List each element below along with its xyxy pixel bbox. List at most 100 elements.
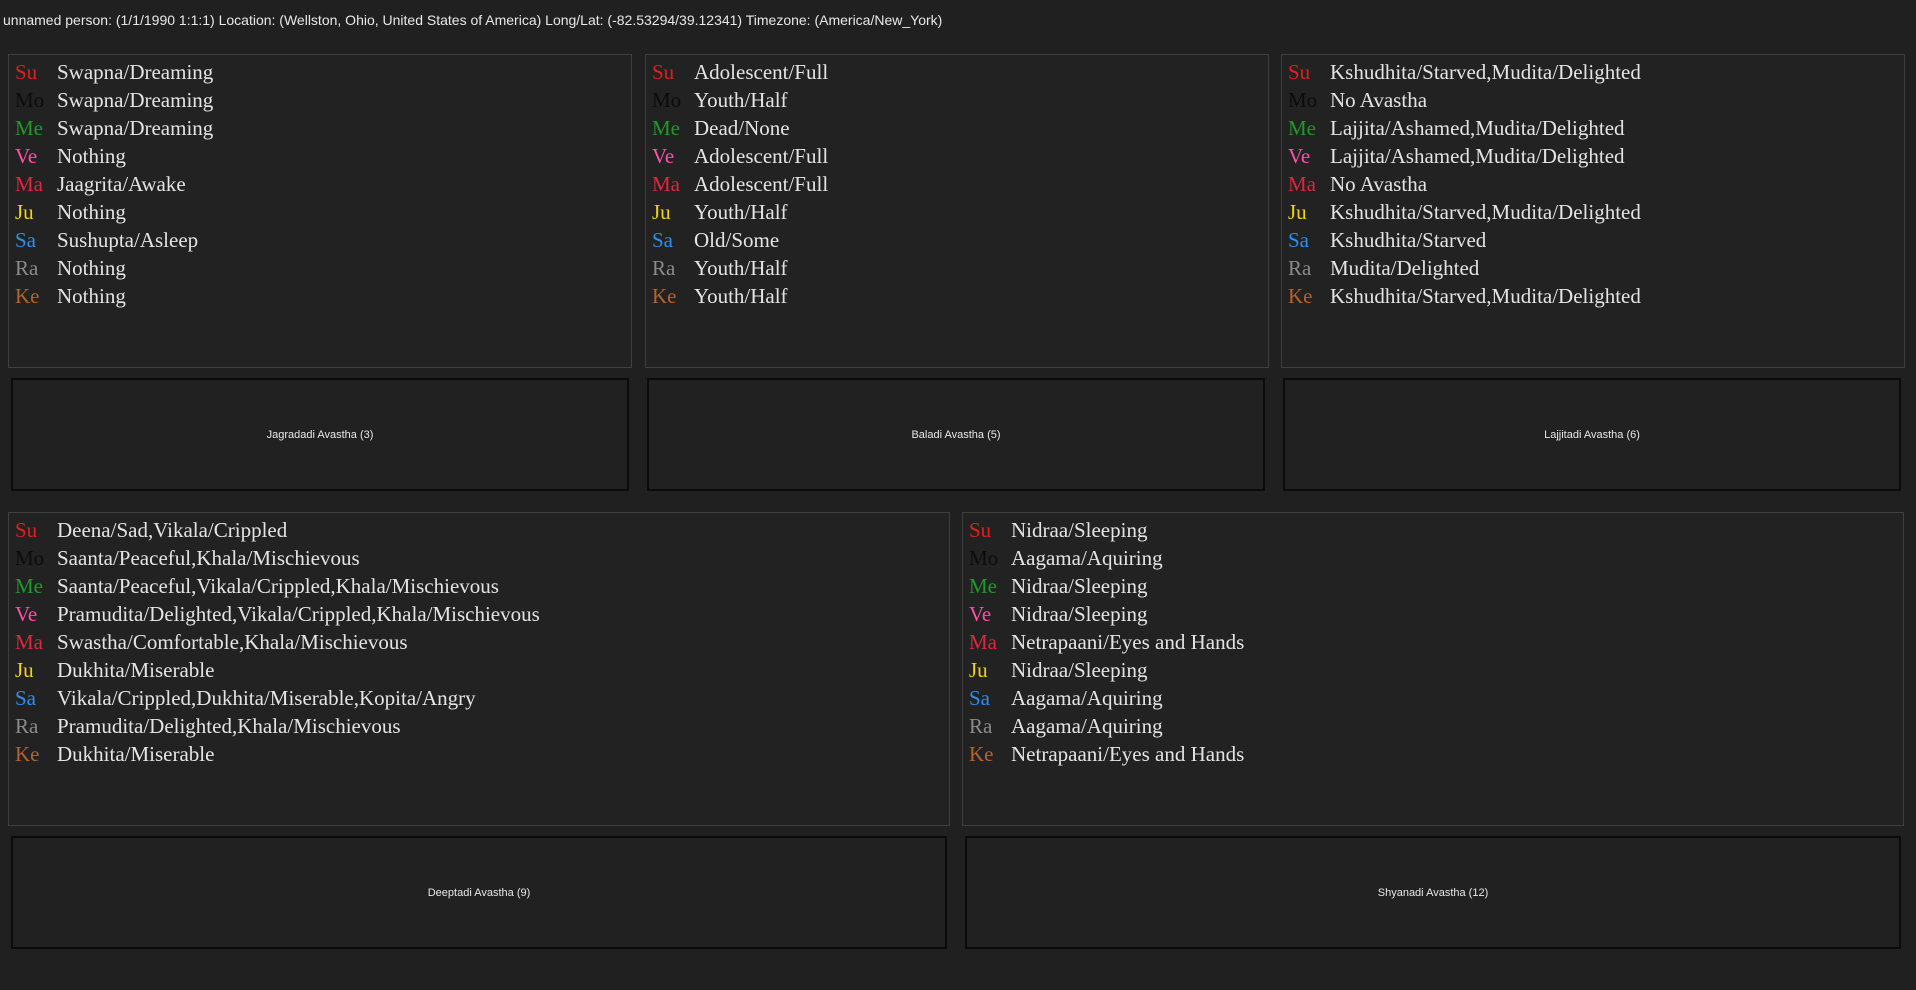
baladi-avastha-panel: Su Adolescent/Full Mo Youth/Half Me Dead/None… bbox=[645, 54, 1269, 368]
planet-abbreviation: Ju bbox=[1288, 200, 1307, 224]
lajjitadi-avastha-button[interactable]: Lajjitadi Avastha (6) bbox=[1283, 378, 1901, 491]
planet-row: Me Swapna/Dreaming bbox=[15, 114, 631, 142]
planet-row: Su Adolescent/Full bbox=[652, 58, 1268, 86]
avastha-value: Aagama/Aquiring bbox=[1011, 546, 1163, 570]
planet-row: Me Saanta/Peaceful,Vikala/Crippled,Khala/… bbox=[15, 572, 949, 600]
planet-abbreviation: Ra bbox=[652, 256, 676, 280]
avastha-value: Kshudhita/Starved,Mudita/Delighted bbox=[1330, 200, 1641, 224]
deeptadi-avastha-panel: Su Deena/Sad,Vikala/Crippled Mo Saanta/Peac… bbox=[8, 512, 950, 826]
planet-row: Ra Aagama/Aquiring bbox=[969, 712, 1903, 740]
deeptadi-avastha-button[interactable]: Deeptadi Avastha (9) bbox=[11, 836, 947, 949]
planet-row: Ke Dukhita/Miserable bbox=[15, 740, 949, 768]
planet-abbreviation: Ma bbox=[15, 630, 43, 654]
avastha-value: Nidraa/Sleeping bbox=[1011, 574, 1148, 598]
planet-row: Ju Dukhita/Miserable bbox=[15, 656, 949, 684]
avastha-value: Youth/Half bbox=[694, 256, 788, 280]
planet-row: Sa Aagama/Aquiring bbox=[969, 684, 1903, 712]
planet-row: Me Dead/None bbox=[652, 114, 1268, 142]
planet-row: Ve Lajjita/Ashamed,Mudita/Delighted bbox=[1288, 142, 1904, 170]
planet-abbreviation: Mo bbox=[969, 546, 999, 570]
avastha-value: Aagama/Aquiring bbox=[1011, 686, 1163, 710]
planet-abbreviation: Ve bbox=[969, 602, 992, 626]
planet-abbreviation: Me bbox=[652, 116, 680, 140]
avastha-value: Kshudhita/Starved,Mudita/Delighted bbox=[1330, 60, 1641, 84]
planet-abbreviation: Ke bbox=[969, 742, 994, 766]
planet-abbreviation: Ma bbox=[1288, 172, 1316, 196]
planet-row: Ke Kshudhita/Starved,Mudita/Delighted bbox=[1288, 282, 1904, 310]
avastha-value: Nothing bbox=[57, 200, 126, 224]
planet-abbreviation: Sa bbox=[652, 228, 673, 252]
planet-row: Ju Nothing bbox=[15, 198, 631, 226]
planet-row: Su Swapna/Dreaming bbox=[15, 58, 631, 86]
planet-row: Ke Nothing bbox=[15, 282, 631, 310]
lajjitadi-avastha-panel: Su Kshudhita/Starved,Mudita/Delighted Mo No… bbox=[1281, 54, 1905, 368]
planet-row: Su Kshudhita/Starved,Mudita/Delighted bbox=[1288, 58, 1904, 86]
avastha-value: Saanta/Peaceful,Khala/Mischievous bbox=[57, 546, 360, 570]
planet-abbreviation: Ve bbox=[652, 144, 675, 168]
planet-abbreviation: Ve bbox=[15, 602, 38, 626]
avastha-value: Nidraa/Sleeping bbox=[1011, 518, 1148, 542]
planet-abbreviation: Ke bbox=[1288, 284, 1313, 308]
planet-abbreviation: Sa bbox=[1288, 228, 1309, 252]
planet-abbreviation: Su bbox=[15, 518, 38, 542]
avastha-value: Lajjita/Ashamed,Mudita/Delighted bbox=[1330, 116, 1625, 140]
planet-row: Ra Youth/Half bbox=[652, 254, 1268, 282]
planet-row: Ve Nidraa/Sleeping bbox=[969, 600, 1903, 628]
planet-row: Ke Netrapaani/Eyes and Hands bbox=[969, 740, 1903, 768]
avastha-value: Swapna/Dreaming bbox=[57, 116, 214, 140]
avastha-value: Kshudhita/Starved bbox=[1330, 228, 1487, 252]
planet-abbreviation: Me bbox=[15, 574, 43, 598]
planet-abbreviation: Ju bbox=[652, 200, 671, 224]
avastha-value: Aagama/Aquiring bbox=[1011, 714, 1163, 738]
planet-row: Ma Adolescent/Full bbox=[652, 170, 1268, 198]
planet-row: Me Lajjita/Ashamed,Mudita/Delighted bbox=[1288, 114, 1904, 142]
planet-abbreviation: Ke bbox=[15, 742, 40, 766]
avastha-value: Youth/Half bbox=[694, 88, 788, 112]
avastha-value: Kshudhita/Starved,Mudita/Delighted bbox=[1330, 284, 1641, 308]
avastha-value: Adolescent/Full bbox=[694, 144, 829, 168]
planet-abbreviation: Ve bbox=[1288, 144, 1311, 168]
shyanadi-avastha-button[interactable]: Shyanadi Avastha (12) bbox=[965, 836, 1901, 949]
planet-abbreviation: Ma bbox=[969, 630, 997, 654]
planet-abbreviation: Ke bbox=[15, 284, 40, 308]
avastha-value: Jaagrita/Awake bbox=[57, 172, 186, 196]
avastha-value: Youth/Half bbox=[694, 284, 788, 308]
planet-abbreviation: Ve bbox=[15, 144, 38, 168]
planet-row: Ve Pramudita/Delighted,Vikala/Crippled,Kh… bbox=[15, 600, 949, 628]
planet-abbreviation: Ju bbox=[15, 658, 34, 682]
planet-abbreviation: Me bbox=[969, 574, 997, 598]
planet-row: Ra Nothing bbox=[15, 254, 631, 282]
planet-abbreviation: Su bbox=[1288, 60, 1311, 84]
planet-row: Mo Youth/Half bbox=[652, 86, 1268, 114]
planet-row: Sa Vikala/Crippled,Dukhita/Miserable,Kopi… bbox=[15, 684, 949, 712]
planet-row: Su Nidraa/Sleeping bbox=[969, 516, 1903, 544]
avastha-value: Dukhita/Miserable bbox=[57, 742, 215, 766]
planet-abbreviation: Ra bbox=[969, 714, 993, 738]
planet-abbreviation: Sa bbox=[15, 686, 36, 710]
planet-row: Ra Pramudita/Delighted,Khala/Mischievous bbox=[15, 712, 949, 740]
avastha-value: Old/Some bbox=[694, 228, 780, 252]
avastha-value: Swastha/Comfortable,Khala/Mischievous bbox=[57, 630, 408, 654]
avastha-value: Nidraa/Sleeping bbox=[1011, 658, 1148, 682]
planet-row: Sa Sushupta/Asleep bbox=[15, 226, 631, 254]
avastha-value: Netrapaani/Eyes and Hands bbox=[1011, 742, 1245, 766]
avastha-value: Deena/Sad,Vikala/Crippled bbox=[57, 518, 288, 542]
avastha-value: Pramudita/Delighted,Vikala/Crippled,Khal… bbox=[57, 602, 540, 626]
planet-abbreviation: Sa bbox=[15, 228, 36, 252]
avastha-value: Nothing bbox=[57, 144, 126, 168]
shyanadi-avastha-panel: Su Nidraa/Sleeping Mo Aagama/Aquiring Me Nidr… bbox=[962, 512, 1904, 826]
avastha-value: Lajjita/Ashamed,Mudita/Delighted bbox=[1330, 144, 1625, 168]
planet-abbreviation: Ra bbox=[1288, 256, 1312, 280]
planet-abbreviation: Su bbox=[652, 60, 675, 84]
planet-row: Su Deena/Sad,Vikala/Crippled bbox=[15, 516, 949, 544]
planet-abbreviation: Su bbox=[969, 518, 992, 542]
baladi-avastha-button[interactable]: Baladi Avastha (5) bbox=[647, 378, 1265, 491]
avastha-value: No Avastha bbox=[1330, 88, 1428, 112]
planet-row: Mo Saanta/Peaceful,Khala/Mischievous bbox=[15, 544, 949, 572]
avastha-value: Dead/None bbox=[694, 116, 790, 140]
jagradadi-avastha-button[interactable]: Jagradadi Avastha (3) bbox=[11, 378, 629, 491]
avastha-value: Sushupta/Asleep bbox=[57, 228, 199, 252]
planet-abbreviation: Ke bbox=[652, 284, 677, 308]
avastha-value: Swapna/Dreaming bbox=[57, 60, 214, 84]
avastha-value: Nothing bbox=[57, 284, 126, 308]
